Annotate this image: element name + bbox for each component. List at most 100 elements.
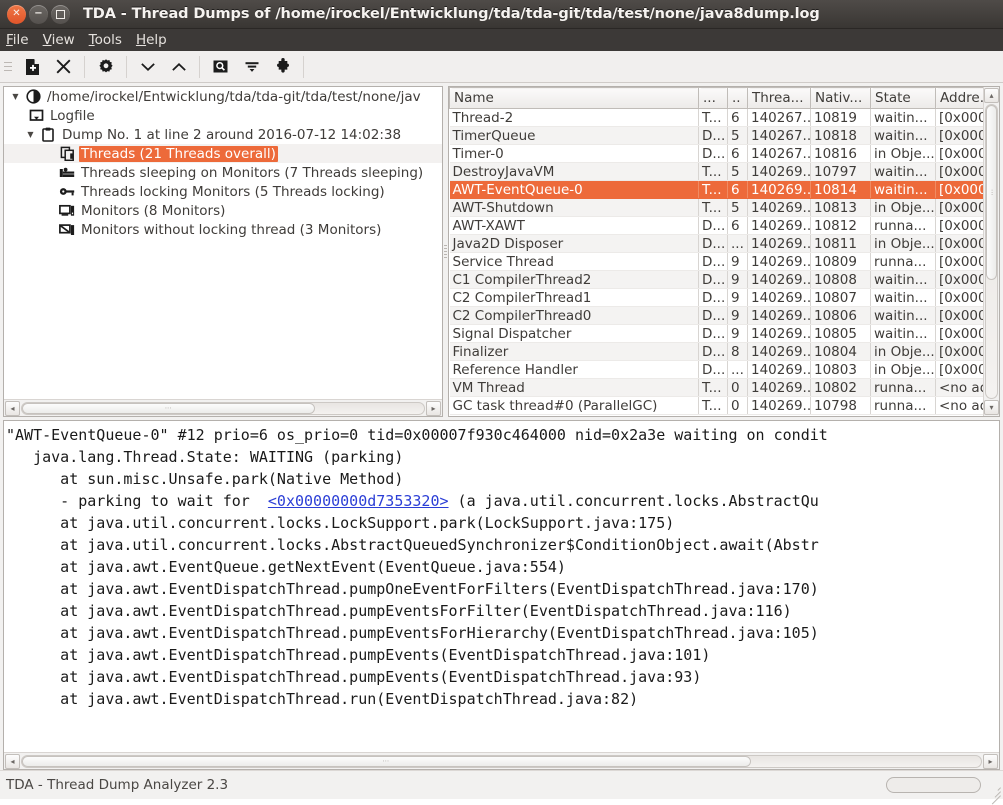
cell-thread-state: runna... — [870, 216, 936, 235]
table-row[interactable]: C2 CompilerThread1 D... 9 140269... 10807 wai… — [449, 288, 983, 307]
dump-hscroll-track[interactable]: ⋯ — [21, 754, 982, 768]
cell-thread-address: [0x000... — [935, 270, 983, 289]
cell-thread-type: D... — [698, 288, 728, 307]
tree-hscroll-track[interactable]: ⋯ — [21, 401, 425, 415]
tree-node-dump[interactable]: ▼ Dump No. 1 at line 2 around 2016-07-12… — [4, 125, 442, 144]
scroll-down-arrow-icon[interactable]: ▾ — [984, 400, 999, 415]
window-controls: ✕ − — [7, 4, 70, 24]
memory-usage-bar[interactable] — [886, 777, 981, 793]
tree-node-threads-sleeping[interactable]: Threads sleeping on Monitors (7 Threads … — [4, 163, 442, 182]
table-row[interactable]: DestroyJavaVM T... 5 140269... 10797 waitin..… — [449, 162, 983, 181]
scroll-left-arrow-icon[interactable]: ◂ — [5, 400, 20, 416]
table-row[interactable]: AWT-XAWT D... 6 140269... 10812 runna... [0x00… — [449, 216, 983, 235]
column-header-native-id[interactable]: Nativ... — [810, 87, 871, 109]
toolbar-preferences-button[interactable] — [90, 53, 121, 81]
cell-thread-priority: 8 — [727, 342, 748, 361]
table-row[interactable]: AWT-Shutdown T... 5 140269... 10813 in Obje..… — [449, 198, 983, 217]
table-row[interactable]: Signal Dispatcher D... 9 140269... 10805 wait… — [449, 324, 983, 343]
scroll-right-arrow-icon[interactable]: ▸ — [426, 400, 441, 416]
cell-thread-name: C1 CompilerThread2 — [449, 270, 699, 289]
cell-thread-state: runna... — [870, 396, 936, 415]
tree-node-label: Logfile — [50, 107, 95, 124]
table-row[interactable]: Timer-0 D... 6 140267... 10816 in Obje... [0x0… — [449, 144, 983, 163]
cell-thread-id: 140269... — [747, 252, 811, 271]
column-header-priority[interactable]: .. — [727, 87, 748, 109]
column-header-thread-id[interactable]: Threa... — [747, 87, 811, 109]
upper-split-area: ▼ /home/irockel/Entwicklung/tda/tda-git/… — [0, 83, 1003, 417]
chevron-down-icon[interactable]: ▼ — [23, 130, 38, 139]
window-minimize-button[interactable]: − — [29, 4, 48, 24]
menu-help[interactable]: Help — [136, 32, 176, 48]
table-row[interactable]: Java2D Disposer D...... 140269... 10811 in O… — [449, 234, 983, 253]
dump-monitor-link-line: - parking to wait for <0x00000000d735332… — [6, 490, 999, 512]
table-row[interactable]: Thread-2 T... 6 140267... 10819 waitin... [0x0… — [449, 108, 983, 127]
column-header-address[interactable]: Addre... — [935, 87, 983, 109]
dump-line: at java.awt.EventDispatchThread.pumpEven… — [6, 646, 711, 664]
cell-thread-id: 140269... — [747, 288, 811, 307]
dump-state-line: java.lang.Thread.State: WAITING (parking… — [6, 448, 404, 466]
tree-node-threads-locking[interactable]: Threads locking Monitors (5 Threads lock… — [4, 182, 442, 201]
table-row[interactable]: C2 CompilerThread0 D... 9 140269... 10806 wai… — [449, 306, 983, 325]
table-row[interactable]: VM Thread T... 0 140269... 10802 runna... <no … — [449, 378, 983, 397]
dump-hscroll-thumb[interactable]: ⋯ — [22, 755, 751, 767]
tree-horizontal-scrollbar[interactable]: ◂ ⋯ ▸ — [4, 399, 442, 416]
toolbar-collapse-button[interactable] — [163, 53, 194, 81]
tree-node-monitors[interactable]: Monitors (8 Monitors) — [4, 201, 442, 220]
cell-thread-name: AWT-EventQueue-0 — [449, 180, 699, 199]
chevron-down-icon[interactable]: ▼ — [8, 92, 23, 101]
dump-tree-panel: ▼ /home/irockel/Entwicklung/tda/tda-git/… — [3, 86, 443, 417]
status-bar: TDA - Thread Dump Analyzer 2.3 — [0, 770, 1003, 805]
expand-down-chevron-icon — [140, 62, 155, 71]
menu-file[interactable]: File — [6, 32, 38, 48]
status-text: TDA - Thread Dump Analyzer 2.3 — [6, 777, 229, 793]
toolbar-close-button[interactable] — [48, 53, 79, 81]
toolbar-find-button[interactable] — [205, 53, 236, 81]
tree-node-monitors-without-lock[interactable]: Monitors without locking thread (3 Monit… — [4, 220, 442, 239]
table-row[interactable]: Finalizer D... 8 140269... 10804 in Obje... [0… — [449, 342, 983, 361]
table-row[interactable]: TimerQueue D... 5 140267... 10818 waitin... [0… — [449, 126, 983, 145]
tree-node-root[interactable]: ▼ /home/irockel/Entwicklung/tda/tda-git/… — [4, 87, 442, 106]
tree-node-logfile[interactable]: Logfile — [4, 106, 442, 125]
toolbar-filter-button[interactable] — [236, 53, 267, 81]
cell-thread-name: Thread-2 — [449, 108, 699, 127]
window-resize-grip[interactable] — [987, 783, 1001, 805]
threads-table-scroll[interactable]: Name ... .. Threa... Nativ... State Addr… — [449, 87, 983, 416]
window-close-button[interactable]: ✕ — [7, 4, 26, 24]
tree-node-threads[interactable]: Threads (21 Threads overall) — [4, 144, 442, 163]
threads-vscroll-track[interactable]: ⋯ — [985, 104, 998, 399]
tree-hscroll-thumb[interactable]: ⋯ — [22, 402, 316, 414]
window-maximize-button[interactable] — [51, 4, 70, 24]
table-row[interactable]: C1 CompilerThread2 D... 9 140269... 10808 wai… — [449, 270, 983, 289]
column-header-type[interactable]: ... — [698, 87, 728, 109]
dump-tree[interactable]: ▼ /home/irockel/Entwicklung/tda/tda-git/… — [4, 87, 442, 399]
table-row[interactable]: Reference Handler D...... 140269... 10803 in… — [449, 360, 983, 379]
scroll-right-arrow-icon[interactable]: ▸ — [983, 753, 998, 769]
toolbar-plugins-button[interactable] — [267, 53, 298, 81]
table-row[interactable]: AWT-EventQueue-0 T... 6 140269... 10814 waiti… — [449, 180, 983, 199]
cell-thread-type: T... — [698, 162, 728, 181]
menu-tools[interactable]: Tools — [89, 32, 131, 48]
tree-node-label: Threads sleeping on Monitors (7 Threads … — [81, 164, 424, 181]
monitor-address-link[interactable]: <0x00000000d7353320> — [268, 492, 449, 510]
toolbar-separator-2 — [126, 55, 127, 78]
dump-horizontal-scrollbar[interactable]: ◂ ⋯ ▸ — [4, 752, 999, 769]
column-header-name[interactable]: Name — [449, 87, 699, 109]
scroll-left-arrow-icon[interactable]: ◂ — [5, 753, 20, 769]
threads-table-vertical-scrollbar[interactable]: ▴ ⋯ ▾ — [983, 87, 999, 416]
scroll-up-arrow-icon[interactable]: ▴ — [984, 88, 999, 103]
toolbar-open-logfile-button[interactable] — [17, 53, 48, 81]
column-header-state[interactable]: State — [870, 87, 936, 109]
dump-line: at java.awt.EventQueue.getNextEvent(Even… — [6, 558, 566, 576]
thread-dump-text[interactable]: "AWT-EventQueue-0" #12 prio=6 os_prio=0 … — [4, 421, 999, 752]
cell-thread-type: T... — [698, 108, 728, 127]
threads-vscroll-thumb[interactable]: ⋯ — [986, 105, 997, 280]
menu-view[interactable]: View — [43, 32, 84, 48]
cell-thread-priority: 9 — [727, 306, 748, 325]
table-row[interactable]: GC task thread#0 (ParallelGC) T... 0 140269… — [449, 396, 983, 415]
toolbar-expand-button[interactable] — [132, 53, 163, 81]
table-row[interactable]: Service Thread D... 9 140269... 10809 runna..… — [449, 252, 983, 271]
threads-table[interactable]: Name ... .. Threa... Nativ... State Addr… — [449, 87, 983, 415]
toolbar-drag-handle[interactable] — [4, 58, 14, 76]
cell-native-id: 10804 — [810, 342, 871, 361]
thumb-grip-dots: ⋯ — [164, 404, 173, 412]
